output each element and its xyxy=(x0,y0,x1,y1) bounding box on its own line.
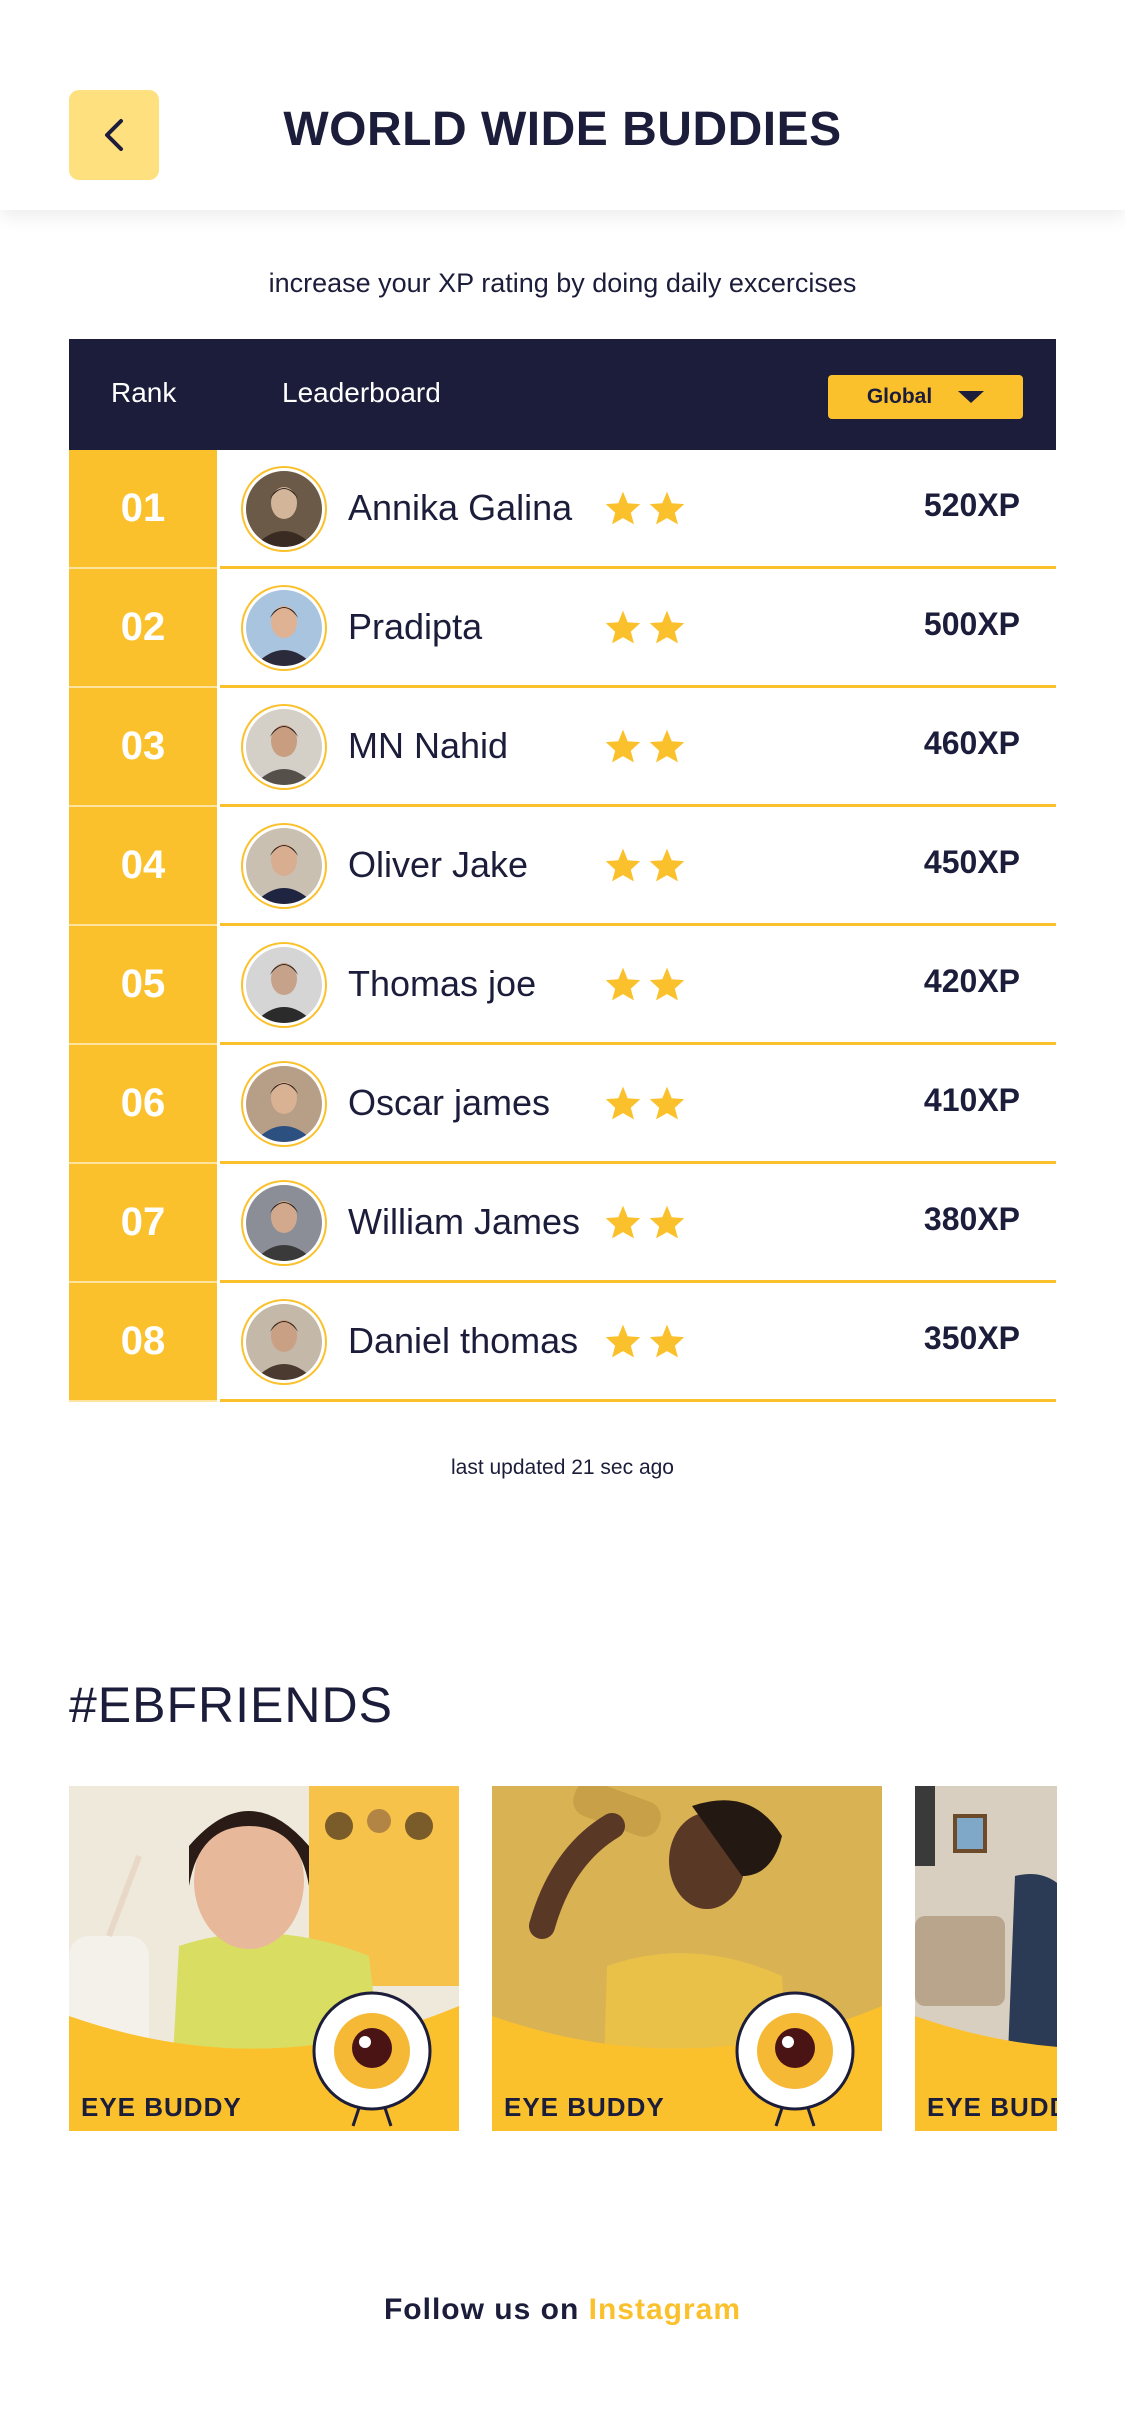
player-name: MN Nahid xyxy=(348,725,509,766)
xp-value: 350XP xyxy=(923,1320,1020,1356)
row-body: Oliver Jake 450XP xyxy=(220,807,1056,926)
xp-value: 450XP xyxy=(923,844,1020,880)
star-icon xyxy=(649,729,685,763)
avatar xyxy=(241,1299,327,1385)
avatar xyxy=(241,585,327,671)
card-label: EYE BUDDY xyxy=(81,2092,242,2122)
leaderboard-header: Rank Leaderboard Global xyxy=(69,339,1056,450)
friends-gallery[interactable]: EYE BUDDY EYE BUDDY EYE BUD xyxy=(69,1786,1057,2131)
rank-number: 08 xyxy=(69,1283,217,1402)
avatar xyxy=(241,1061,327,1147)
star-icon xyxy=(605,1205,641,1239)
row-body: Daniel thomas 350XP xyxy=(220,1283,1056,1402)
follow-us-footer: Follow us on Instagram xyxy=(0,2293,1125,2327)
star-rating xyxy=(604,847,686,883)
rank-number: 05 xyxy=(69,926,217,1045)
star-icon xyxy=(649,491,685,525)
star-icon xyxy=(605,491,641,525)
leaderboard-row[interactable]: 03 MN Nahid 460XP xyxy=(69,688,1056,807)
player-name: Annika Galina xyxy=(348,487,573,528)
player-name: Daniel thomas xyxy=(348,1320,579,1361)
star-rating xyxy=(604,1085,686,1121)
leaderboard-row[interactable]: 06 Oscar james 410XP xyxy=(69,1045,1056,1164)
player-name: Oscar james xyxy=(348,1082,551,1123)
leaderboard-row[interactable]: 04 Oliver Jake 450XP xyxy=(69,807,1056,926)
row-body: Oscar james 410XP xyxy=(220,1045,1056,1164)
card-label: EYE BUDDY xyxy=(927,2092,1057,2122)
player-name: Pradipta xyxy=(348,606,483,647)
leaderboard-column-header: Leaderboard xyxy=(282,377,441,408)
rank-number: 03 xyxy=(69,688,217,807)
rank-number: 02 xyxy=(69,569,217,688)
subtitle: increase your XP rating by doing daily e… xyxy=(268,268,857,298)
star-icon xyxy=(605,729,641,763)
friend-photo-card[interactable]: EYE BUDDY xyxy=(915,1786,1057,2131)
rank-number: 07 xyxy=(69,1164,217,1283)
player-name: Thomas joe xyxy=(348,963,537,1004)
leaderboard-rows: 01 Annika Galina 520XP 02 Pradipta 500XP 03 MN … xyxy=(69,450,1056,1402)
star-icon xyxy=(605,848,641,882)
star-rating xyxy=(604,966,686,1002)
xp-value: 500XP xyxy=(923,606,1020,642)
star-rating xyxy=(604,609,686,645)
page-title: WORLD WIDE BUDDIES xyxy=(283,103,842,156)
star-rating xyxy=(604,1323,686,1359)
rank-number: 06 xyxy=(69,1045,217,1164)
avatar xyxy=(241,942,327,1028)
friend-photo-card[interactable]: EYE BUDDY xyxy=(69,1786,459,2131)
star-icon xyxy=(649,848,685,882)
friends-section-title: #EBFRIENDS xyxy=(69,1677,393,1733)
star-icon xyxy=(649,1205,685,1239)
avatar xyxy=(241,823,327,909)
row-body: Thomas joe 420XP xyxy=(220,926,1056,1045)
row-body: MN Nahid 460XP xyxy=(220,688,1056,807)
scope-dropdown[interactable]: Global xyxy=(828,375,1023,419)
top-header: WORLD WIDE BUDDIES xyxy=(0,0,1125,210)
friend-photo-image xyxy=(69,1786,459,2131)
star-rating xyxy=(604,1204,686,1240)
row-body: William James 380XP xyxy=(220,1164,1056,1283)
xp-value: 420XP xyxy=(923,963,1020,999)
xp-value: 460XP xyxy=(923,725,1020,761)
rank-number: 01 xyxy=(69,450,217,569)
xp-value: 380XP xyxy=(923,1201,1020,1237)
star-icon xyxy=(605,1324,641,1358)
xp-value: 410XP xyxy=(923,1082,1020,1118)
instagram-link[interactable]: Instagram xyxy=(589,2293,741,2326)
rank-number: 04 xyxy=(69,807,217,926)
leaderboard-row[interactable]: 02 Pradipta 500XP xyxy=(69,569,1056,688)
last-updated-text: last updated 21 sec ago xyxy=(450,1456,674,1479)
star-rating xyxy=(604,490,686,526)
scope-dropdown-value: Global xyxy=(866,385,933,408)
avatar xyxy=(241,1180,327,1266)
friend-photo-image xyxy=(915,1786,1057,2131)
star-icon xyxy=(649,967,685,1001)
star-icon xyxy=(649,610,685,644)
star-icon xyxy=(605,610,641,644)
leaderboard-row[interactable]: 05 Thomas joe 420XP xyxy=(69,926,1056,1045)
card-label: EYE BUDDY xyxy=(504,2092,665,2122)
star-icon xyxy=(605,967,641,1001)
player-name: Oliver Jake xyxy=(348,844,529,885)
avatar xyxy=(241,466,327,552)
row-body: Pradipta 500XP xyxy=(220,569,1056,688)
star-icon xyxy=(605,1086,641,1120)
row-body: Annika Galina 520XP xyxy=(220,450,1056,569)
leaderboard: Rank Leaderboard Global 01 Annika Galina 5… xyxy=(69,339,1056,1402)
rank-column-header: Rank xyxy=(111,377,177,408)
star-rating xyxy=(604,728,686,764)
player-name: William James xyxy=(348,1201,581,1242)
xp-value: 520XP xyxy=(923,487,1020,523)
friend-photo-image xyxy=(492,1786,882,2131)
avatar xyxy=(241,704,327,790)
leaderboard-row[interactable]: 07 William James 380XP xyxy=(69,1164,1056,1283)
leaderboard-row[interactable]: 08 Daniel thomas 350XP xyxy=(69,1283,1056,1402)
caret-down-icon xyxy=(958,391,985,403)
star-icon xyxy=(649,1086,685,1120)
leaderboard-row[interactable]: 01 Annika Galina 520XP xyxy=(69,450,1056,569)
star-icon xyxy=(649,1324,685,1358)
friend-photo-card[interactable]: EYE BUDDY xyxy=(492,1786,882,2131)
follow-us-text: Follow us on xyxy=(383,2293,580,2326)
